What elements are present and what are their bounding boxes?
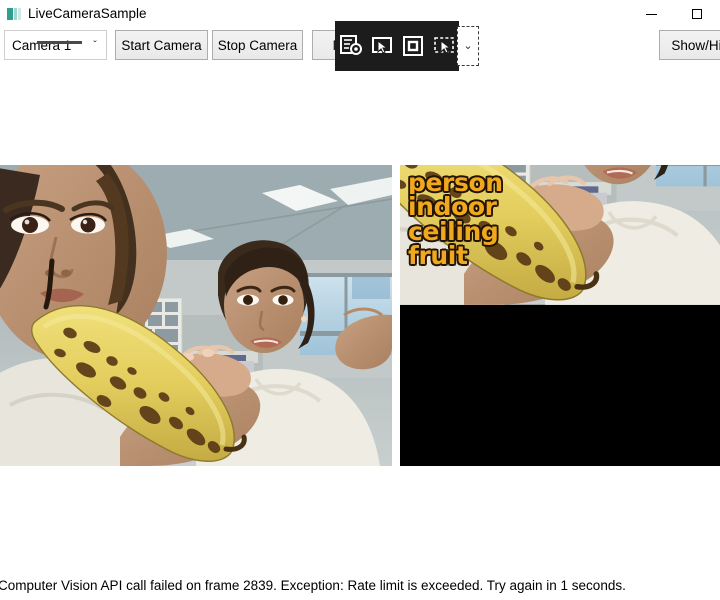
camera-preview-area: person indoor ceiling fruit	[0, 165, 720, 466]
app-icon	[7, 7, 21, 21]
screen-capture-toolbar	[335, 21, 459, 71]
minimize-button[interactable]	[628, 0, 674, 28]
rectangular-snip-icon[interactable]	[369, 33, 395, 59]
window-controls	[628, 0, 720, 28]
maximize-button[interactable]	[674, 0, 720, 28]
raw-frame-image	[0, 165, 392, 466]
show-hide-button[interactable]: Show/Hi	[659, 30, 720, 60]
title-bar-left: LiveCameraSample	[7, 0, 147, 28]
raw-camera-frame[interactable]	[0, 165, 392, 466]
new-snip-icon[interactable]	[338, 33, 364, 59]
capture-toolbar-more-button[interactable]: ⌄	[457, 26, 479, 66]
vision-tag-overlay: person indoor ceiling fruit	[408, 170, 503, 270]
freeform-snip-icon[interactable]	[431, 33, 457, 59]
camera-select-value: Camera 1	[12, 37, 72, 53]
vision-tag: indoor	[408, 192, 497, 222]
window-title: LiveCameraSample	[28, 6, 147, 21]
app-window: LiveCameraSample Camera 1 ˇ Start Camera…	[0, 0, 720, 600]
capture-mode-indicator	[37, 41, 82, 44]
stop-camera-button[interactable]: Stop Camera	[212, 30, 303, 60]
chevron-down-icon: ˇ	[93, 39, 97, 51]
start-camera-button[interactable]: Start Camera	[115, 30, 208, 60]
minimize-icon	[645, 13, 657, 15]
camera-select[interactable]: Camera 1 ˇ	[4, 30, 107, 60]
vision-tag: fruit	[408, 240, 468, 270]
analyzed-camera-frame[interactable]: person indoor ceiling fruit	[400, 165, 720, 466]
chevron-down-icon: ⌄	[463, 39, 473, 52]
maximize-icon	[692, 9, 702, 19]
status-message: Computer Vision API call failed on frame…	[0, 578, 626, 593]
status-bar: Computer Vision API call failed on frame…	[0, 578, 720, 600]
window-snip-icon[interactable]	[400, 33, 426, 59]
